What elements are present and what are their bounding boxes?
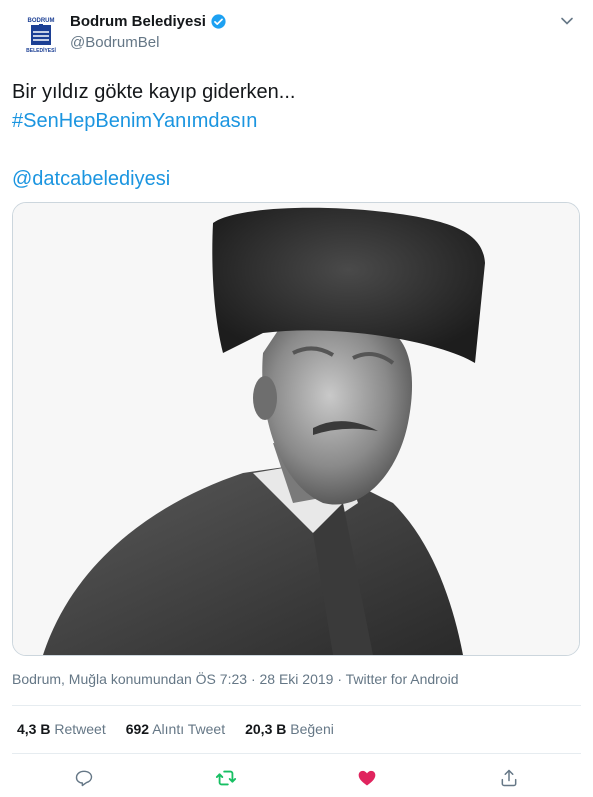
retweet-count[interactable]: 4,3 B Retweet xyxy=(17,721,106,737)
author-name[interactable]: Bodrum Belediyesi xyxy=(70,13,206,30)
quote-tweet-count[interactable]: 692 Alıntı Tweet xyxy=(126,721,225,737)
reply-button[interactable] xyxy=(73,767,95,789)
tweet-line: Bir yıldız gökte kayıp giderken... xyxy=(12,81,296,103)
tweet-meta: Bodrum, Muğla konumundan ÖS 7:23 · 28 Ek… xyxy=(12,671,458,687)
retweet-button[interactable] xyxy=(215,767,237,789)
chevron-down-icon[interactable] xyxy=(559,13,575,29)
verified-badge-icon xyxy=(211,14,226,29)
author-name-row[interactable]: Bodrum Belediyesi xyxy=(70,13,227,30)
tweet-time[interactable]: ÖS 7:23 xyxy=(196,671,247,687)
stat-label: Alıntı Tweet xyxy=(152,721,226,737)
portrait-photo xyxy=(13,203,579,655)
share-icon xyxy=(501,769,517,787)
dot-separator: · xyxy=(337,671,343,687)
hashtag-link[interactable]: #SenHepBenimYanımdasın xyxy=(12,107,582,136)
tweet-text: Bir yıldız gökte kayıp giderken... #SenH… xyxy=(12,78,582,194)
reply-icon xyxy=(75,770,93,787)
tweet-date[interactable]: 28 Eki 2019 xyxy=(260,671,334,687)
heart-icon xyxy=(358,770,376,786)
avatar[interactable]: BODRUM BELEDİYESİ xyxy=(20,12,62,54)
stat-value: 692 xyxy=(125,721,150,737)
bodrum-logo: BODRUM BELEDİYESİ xyxy=(26,18,56,54)
stat-label: Beğeni xyxy=(290,721,334,737)
tweet-location[interactable]: Bodrum, Muğla konumundan xyxy=(12,671,192,687)
share-button[interactable] xyxy=(498,767,520,789)
tweet-source[interactable]: Twitter for Android xyxy=(346,671,459,687)
tweet-photo[interactable] xyxy=(12,202,580,656)
like-count[interactable]: 20,3 B Beğeni xyxy=(245,721,334,737)
mention-link[interactable]: @datcabelediyesi xyxy=(12,165,582,194)
dot-separator: · xyxy=(250,671,256,687)
stat-value: 20,3 B xyxy=(245,721,287,737)
author-handle[interactable]: @BodrumBel xyxy=(70,34,159,51)
svg-text:BODRUM: BODRUM xyxy=(28,18,55,24)
svg-text:BELEDİYESİ: BELEDİYESİ xyxy=(26,47,56,54)
tweet-stats: 4,3 B Retweet 692 Alıntı Tweet 20,3 B Be… xyxy=(17,721,354,737)
stat-label: Retweet xyxy=(54,721,106,737)
like-button[interactable] xyxy=(356,767,378,789)
retweet-icon xyxy=(215,770,237,786)
divider xyxy=(12,753,581,754)
stat-value: 4,3 B xyxy=(17,721,51,737)
divider xyxy=(12,705,581,706)
